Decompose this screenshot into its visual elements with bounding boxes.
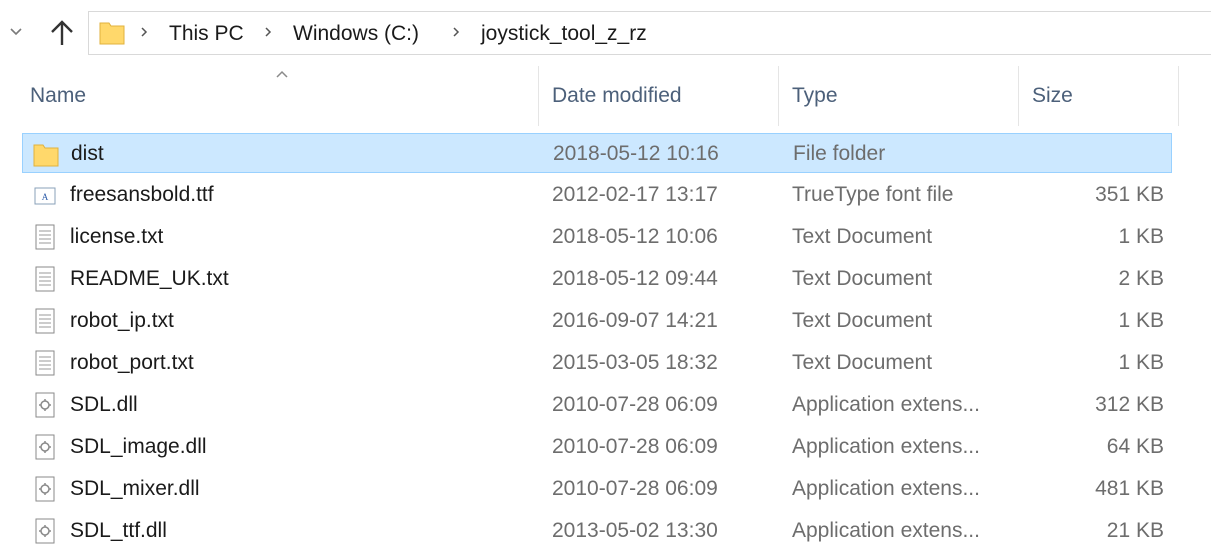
column-divider[interactable] <box>1178 66 1179 126</box>
breadcrumb-windows-c[interactable]: Windows (C:) <box>293 21 419 47</box>
file-type: Text Document <box>792 351 933 374</box>
file-size: 1 KB <box>1118 351 1164 374</box>
chevron-right-icon[interactable] <box>263 24 273 40</box>
file-date: 2016-09-07 14:21 <box>552 309 718 332</box>
file-date: 2010-07-28 06:09 <box>552 477 718 500</box>
chevron-right-icon[interactable] <box>139 24 149 40</box>
file-name: SDL_image.dll <box>70 435 207 458</box>
file-row[interactable]: A freesansbold.ttf 2012-02-17 13:17 True… <box>22 175 1172 215</box>
text-file-icon <box>35 308 55 334</box>
file-row[interactable]: SDL_ttf.dll 2013-05-02 13:30 Application… <box>22 511 1172 551</box>
file-row[interactable]: license.txt 2018-05-12 10:06 Text Docume… <box>22 217 1172 257</box>
file-row[interactable]: robot_port.txt 2015-03-05 18:32 Text Doc… <box>22 343 1172 383</box>
file-date: 2012-02-17 13:17 <box>552 183 718 206</box>
file-name: robot_port.txt <box>70 351 194 374</box>
file-type: TrueType font file <box>792 183 954 206</box>
file-name: README_UK.txt <box>70 267 229 290</box>
file-row[interactable]: README_UK.txt 2018-05-12 09:44 Text Docu… <box>22 259 1172 299</box>
file-row[interactable]: robot_ip.txt 2016-09-07 14:21 Text Docum… <box>22 301 1172 341</box>
file-type: File folder <box>793 142 886 165</box>
file-size: 2 KB <box>1118 267 1164 290</box>
file-name: dist <box>71 142 104 165</box>
file-size: 1 KB <box>1118 225 1164 248</box>
file-name: SDL_mixer.dll <box>70 477 200 500</box>
breadcrumb-current-folder[interactable]: joystick_tool_z_rz <box>481 21 647 47</box>
column-header-size[interactable]: Size <box>1032 82 1073 110</box>
file-size: 64 KB <box>1106 435 1164 458</box>
column-header-name[interactable]: Name <box>30 82 86 110</box>
font-file-icon: A <box>34 187 56 205</box>
file-name: SDL_ttf.dll <box>70 519 167 542</box>
file-date: 2010-07-28 06:09 <box>552 435 718 458</box>
file-type: Application extens... <box>792 477 980 500</box>
file-name: SDL.dll <box>70 393 138 416</box>
file-size: 481 KB <box>1095 477 1164 500</box>
file-type: Application extens... <box>792 435 980 458</box>
column-header-type[interactable]: Type <box>792 82 838 110</box>
file-type: Text Document <box>792 267 933 290</box>
file-size: 21 KB <box>1106 519 1164 542</box>
file-row[interactable]: SDL_mixer.dll 2010-07-28 06:09 Applicati… <box>22 469 1172 509</box>
column-header-date[interactable]: Date modified <box>552 82 682 110</box>
text-file-icon <box>35 266 55 292</box>
text-file-icon <box>35 350 55 376</box>
column-divider[interactable] <box>1018 66 1019 126</box>
text-file-icon <box>35 224 55 250</box>
chevron-right-icon[interactable] <box>451 24 461 40</box>
dll-file-icon <box>35 518 55 544</box>
file-size: 351 KB <box>1095 183 1164 206</box>
dll-file-icon <box>35 476 55 502</box>
file-size: 312 KB <box>1095 393 1164 416</box>
file-date: 2018-05-12 09:44 <box>552 267 718 290</box>
file-type: Text Document <box>792 309 933 332</box>
file-row[interactable]: dist 2018-05-12 10:16 File folder <box>22 133 1172 173</box>
column-divider[interactable] <box>778 66 779 126</box>
file-row[interactable]: SDL.dll 2010-07-28 06:09 Application ext… <box>22 385 1172 425</box>
folder-icon <box>33 144 59 167</box>
column-divider[interactable] <box>538 66 539 126</box>
up-arrow-icon[interactable] <box>46 18 78 48</box>
dll-file-icon <box>35 392 55 418</box>
file-type: Application extens... <box>792 519 980 542</box>
dll-file-icon <box>35 434 55 460</box>
file-row[interactable]: SDL_image.dll 2010-07-28 06:09 Applicati… <box>22 427 1172 467</box>
breadcrumb-this-pc[interactable]: This PC <box>169 21 244 47</box>
file-date: 2015-03-05 18:32 <box>552 351 718 374</box>
file-type: Text Document <box>792 225 933 248</box>
file-date: 2018-05-12 10:16 <box>553 142 719 165</box>
file-date: 2010-07-28 06:09 <box>552 393 718 416</box>
file-name: robot_ip.txt <box>70 309 174 332</box>
file-name: freesansbold.ttf <box>70 183 214 206</box>
file-size: 1 KB <box>1118 309 1164 332</box>
file-type: Application extens... <box>792 393 980 416</box>
file-name: license.txt <box>70 225 164 248</box>
file-date: 2013-05-02 13:30 <box>552 519 718 542</box>
sort-ascending-icon <box>276 70 288 78</box>
svg-text:A: A <box>42 192 49 202</box>
file-date: 2018-05-12 10:06 <box>552 225 718 248</box>
chevron-down-icon[interactable] <box>8 24 24 40</box>
address-bar-row: This PC Windows (C:) joystick_tool_z_rz <box>0 0 1211 66</box>
folder-icon <box>99 22 125 45</box>
address-box[interactable]: This PC Windows (C:) joystick_tool_z_rz <box>88 11 1211 55</box>
